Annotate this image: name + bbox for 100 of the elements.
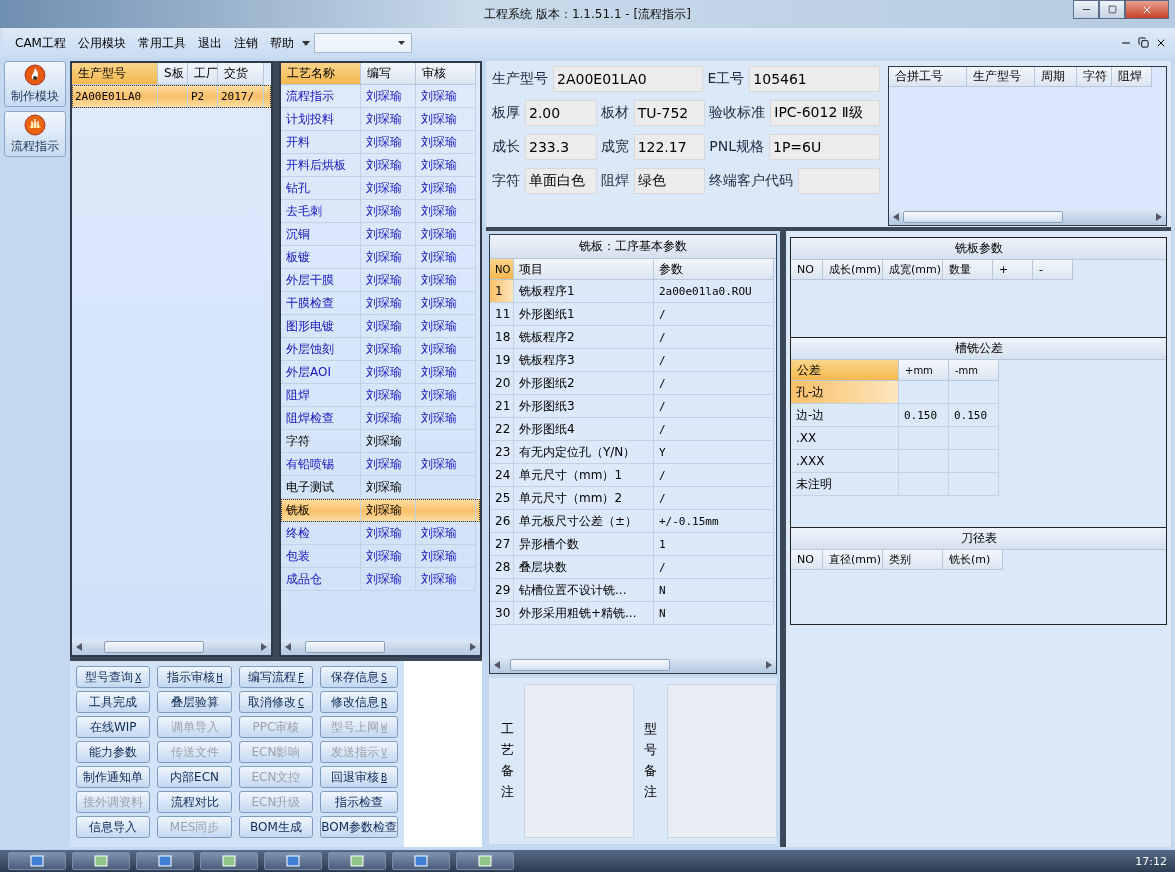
process-row[interactable]: 外层AOI 刘琛瑜 刘琛瑜: [281, 361, 480, 384]
scroll-thumb[interactable]: [510, 659, 670, 671]
process-row[interactable]: 阻焊检查 刘琛瑜 刘琛瑜: [281, 407, 480, 430]
param-row[interactable]: 26 单元板尺寸公差（±） +/-0.15mm: [490, 510, 776, 533]
action-button[interactable]: 回退审核 B: [320, 766, 398, 788]
process-row[interactable]: 字符 刘琛瑜: [281, 430, 480, 453]
taskbar-button[interactable]: [200, 852, 258, 870]
row-number-cell[interactable]: 21: [490, 395, 514, 418]
process-row[interactable]: 开料 刘琛瑜 刘琛瑜: [281, 131, 480, 154]
scroll-thumb[interactable]: [104, 641, 204, 653]
action-button[interactable]: 指示检查: [320, 791, 398, 813]
column-header[interactable]: 工艺名称: [281, 63, 361, 85]
action-button[interactable]: 修改信息 R: [320, 691, 398, 713]
row-number-cell[interactable]: 30: [490, 602, 514, 625]
column-header[interactable]: 项目: [514, 259, 654, 280]
action-button[interactable]: 能力参数: [76, 741, 151, 763]
column-header[interactable]: S板: [158, 63, 188, 85]
taskbar-button[interactable]: [72, 852, 130, 870]
row-number-cell[interactable]: 27: [490, 533, 514, 556]
action-button[interactable]: BOM生成: [238, 816, 314, 838]
nav-button[interactable]: 流程指示: [4, 111, 66, 157]
action-button[interactable]: 工具完成: [76, 691, 151, 713]
process-row[interactable]: 图形电镀 刘琛瑜 刘琛瑜: [281, 315, 480, 338]
process-row[interactable]: 终检 刘琛瑜 刘琛瑜: [281, 522, 480, 545]
param-row[interactable]: 11 外形图纸1 /: [490, 303, 776, 326]
scroll-thumb[interactable]: [903, 211, 1063, 223]
action-button[interactable]: BOM参数检查: [320, 816, 398, 838]
taskbar-button[interactable]: [136, 852, 194, 870]
row-number-cell[interactable]: 18: [490, 326, 514, 349]
scroll-left-icon[interactable]: [285, 643, 291, 651]
menu-item[interactable]: 公用模块: [73, 32, 130, 54]
minimize-button[interactable]: [1073, 0, 1099, 19]
taskbar-button[interactable]: [392, 852, 450, 870]
column-header[interactable]: 合拼工号: [889, 67, 967, 87]
row-number-cell[interactable]: 1: [490, 280, 514, 303]
row-number-cell[interactable]: 22: [490, 418, 514, 441]
row-number-cell[interactable]: 28: [490, 556, 514, 579]
horizontal-scrollbar[interactable]: [490, 657, 776, 673]
scroll-left-icon[interactable]: [494, 661, 500, 669]
param-row[interactable]: 21 外形图纸3 /: [490, 395, 776, 418]
readonly-field[interactable]: 2A00E01LA0: [553, 66, 704, 92]
column-header[interactable]: 铣长(m): [943, 550, 1003, 570]
process-row[interactable]: 阻焊 刘琛瑜 刘琛瑜: [281, 384, 480, 407]
param-row[interactable]: 18 铣板程序2 /: [490, 326, 776, 349]
action-button[interactable]: 取消修改 C: [238, 691, 314, 713]
row-number-cell[interactable]: 26: [490, 510, 514, 533]
menu-item[interactable]: CAM工程: [11, 32, 70, 54]
action-button[interactable]: 流程对比: [157, 791, 232, 813]
column-header[interactable]: 数量: [943, 260, 993, 280]
process-row[interactable]: 外层干膜 刘琛瑜 刘琛瑜: [281, 269, 480, 292]
param-row[interactable]: 19 铣板程序3 /: [490, 349, 776, 372]
column-header[interactable]: 审核: [416, 63, 476, 85]
column-header[interactable]: 生产型号: [72, 63, 158, 85]
tolerance-row[interactable]: .XXX: [791, 450, 1166, 473]
memo-field[interactable]: [524, 684, 634, 838]
row-number-cell[interactable]: 24: [490, 464, 514, 487]
taskbar-button[interactable]: [456, 852, 514, 870]
readonly-field[interactable]: 122.17: [633, 134, 706, 160]
menu-item[interactable]: 常用工具: [133, 32, 190, 54]
tolerance-cell[interactable]: 边-边: [791, 404, 899, 427]
tolerance-row[interactable]: 边-边 0.150 0.150: [791, 404, 1166, 427]
column-header[interactable]: -: [1033, 260, 1073, 280]
readonly-field[interactable]: 233.3: [525, 134, 597, 160]
action-button[interactable]: 制作通知单: [76, 766, 151, 788]
row-number-cell[interactable]: 11: [490, 303, 514, 326]
column-header[interactable]: 编写: [361, 63, 416, 85]
column-header[interactable]: 类别: [883, 550, 943, 570]
column-header[interactable]: 生产型号: [967, 67, 1035, 87]
process-row[interactable]: 有铅喷锡 刘琛瑜 刘琛瑜: [281, 453, 480, 476]
param-row[interactable]: 22 外形图纸4 /: [490, 418, 776, 441]
scroll-thumb[interactable]: [305, 641, 385, 653]
action-button[interactable]: 内部ECN: [157, 766, 232, 788]
scroll-right-icon[interactable]: [261, 643, 267, 651]
column-header[interactable]: 参数: [654, 259, 774, 280]
process-row[interactable]: 干膜检查 刘琛瑜 刘琛瑜: [281, 292, 480, 315]
column-header[interactable]: NO: [490, 259, 514, 280]
column-header[interactable]: -mm: [949, 360, 999, 381]
taskbar-button[interactable]: [328, 852, 386, 870]
readonly-field[interactable]: 2.00: [525, 100, 597, 126]
param-row[interactable]: 1 铣板程序1 2a00e01la0.ROU: [490, 280, 776, 303]
readonly-field[interactable]: 绿色: [633, 168, 706, 194]
action-button[interactable]: 信息导入: [76, 816, 151, 838]
readonly-field[interactable]: 105461: [749, 66, 880, 92]
row-number-cell[interactable]: 25: [490, 487, 514, 510]
row-number-cell[interactable]: 29: [490, 579, 514, 602]
tolerance-cell[interactable]: 孔-边: [791, 381, 899, 404]
action-button[interactable]: 编写流程 F: [238, 666, 314, 688]
tolerance-row[interactable]: .XX: [791, 427, 1166, 450]
action-button[interactable]: 保存信息 S: [320, 666, 398, 688]
process-row[interactable]: 板镀 刘琛瑜 刘琛瑜: [281, 246, 480, 269]
tolerance-cell[interactable]: 未注明: [791, 473, 899, 496]
scroll-left-icon[interactable]: [893, 213, 899, 221]
readonly-field[interactable]: TU-752: [633, 100, 706, 126]
process-row[interactable]: 外层蚀刻 刘琛瑜 刘琛瑜: [281, 338, 480, 361]
row-number-cell[interactable]: 19: [490, 349, 514, 372]
taskbar-button[interactable]: [264, 852, 322, 870]
process-row[interactable]: 计划投料 刘琛瑜 刘琛瑜: [281, 108, 480, 131]
maximize-button[interactable]: [1099, 0, 1125, 19]
param-row[interactable]: 29 钻槽位置不设计铣... N: [490, 579, 776, 602]
column-header[interactable]: +: [993, 260, 1033, 280]
